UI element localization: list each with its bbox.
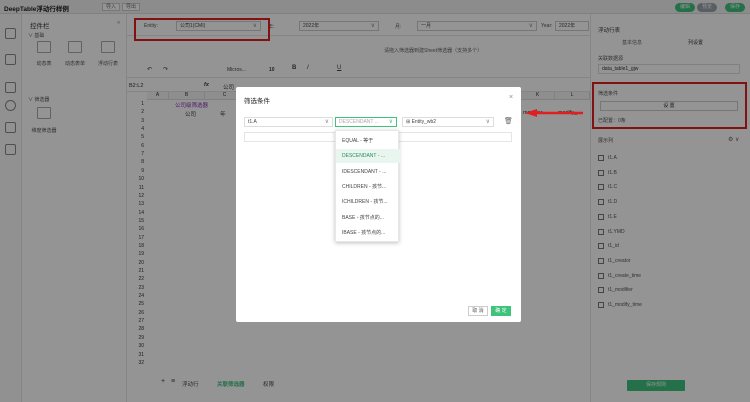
operator-option[interactable]: IBASE - 孩节点的... <box>336 226 400 240</box>
field-select[interactable]: t1.A ∨ <box>244 117 333 127</box>
operator-select[interactable]: DESCENDANT ... ∨ <box>335 117 397 127</box>
close-icon[interactable]: × <box>509 94 513 101</box>
value-select[interactable]: ⊞ Entity_wb2 ∨ <box>402 117 494 127</box>
operator-option[interactable]: ICHILDREN - 孩节... <box>336 195 400 209</box>
operator-option[interactable]: BASE - 孩节点的... <box>336 211 400 225</box>
cancel-button[interactable]: 取 消 <box>468 306 488 316</box>
red-arrow-icon <box>525 109 583 117</box>
delete-icon[interactable]: 🗑 <box>504 117 513 125</box>
operator-option[interactable]: DESCENDANT - ... <box>336 149 400 164</box>
operator-option[interactable]: IDESCENDANT - ... <box>336 165 400 179</box>
operator-option[interactable]: EQUAL - 等于 <box>336 134 400 148</box>
operator-option[interactable]: CHILDREN - 孩节... <box>336 180 400 194</box>
dialog-title: 筛选条件 <box>244 98 270 105</box>
operator-dropdown: EQUAL - 等于 DESCENDANT - ... IDESCENDANT - … <box>335 130 400 242</box>
confirm-button[interactable]: 确 定 <box>491 306 511 316</box>
